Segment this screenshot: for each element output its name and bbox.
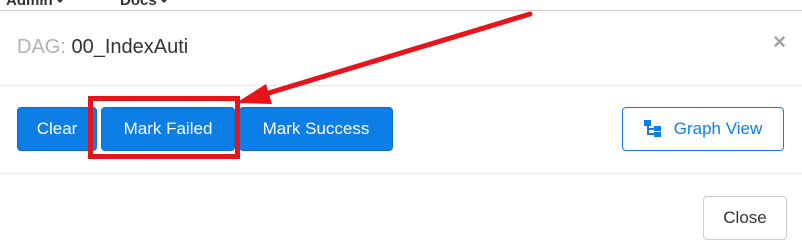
nav-admin-label: Admin bbox=[6, 0, 53, 9]
nav-docs-label: Docs bbox=[120, 0, 157, 9]
dag-id: 00_IndexAuti bbox=[71, 36, 189, 58]
nav-docs[interactable]: Docs bbox=[120, 0, 168, 9]
caret-down-icon bbox=[159, 0, 168, 4]
graph-view-label: Graph View bbox=[673, 119, 763, 138]
modal-title: DAG: 00_IndexAuti bbox=[17, 36, 188, 59]
background-navbar: Admin Docs bbox=[0, 0, 802, 10]
graph-view-button[interactable]: Graph View bbox=[622, 107, 784, 151]
close-button[interactable]: Close bbox=[703, 196, 787, 240]
task-actions-modal: DAG: 00_IndexAuti × Clear Mark Failed Ma… bbox=[0, 10, 802, 248]
nav-admin[interactable]: Admin bbox=[6, 0, 64, 9]
sitemap-icon bbox=[643, 120, 661, 137]
title-prefix: DAG: bbox=[17, 36, 66, 58]
modal-body: Clear Mark Failed Mark Success Graph Vie… bbox=[0, 86, 802, 174]
mark-failed-button[interactable]: Mark Failed bbox=[101, 107, 235, 151]
close-icon[interactable]: × bbox=[773, 31, 786, 53]
caret-down-icon bbox=[55, 0, 64, 4]
clear-button[interactable]: Clear bbox=[17, 107, 97, 151]
mark-success-button[interactable]: Mark Success bbox=[239, 107, 393, 151]
modal-header: DAG: 00_IndexAuti × bbox=[0, 11, 802, 86]
